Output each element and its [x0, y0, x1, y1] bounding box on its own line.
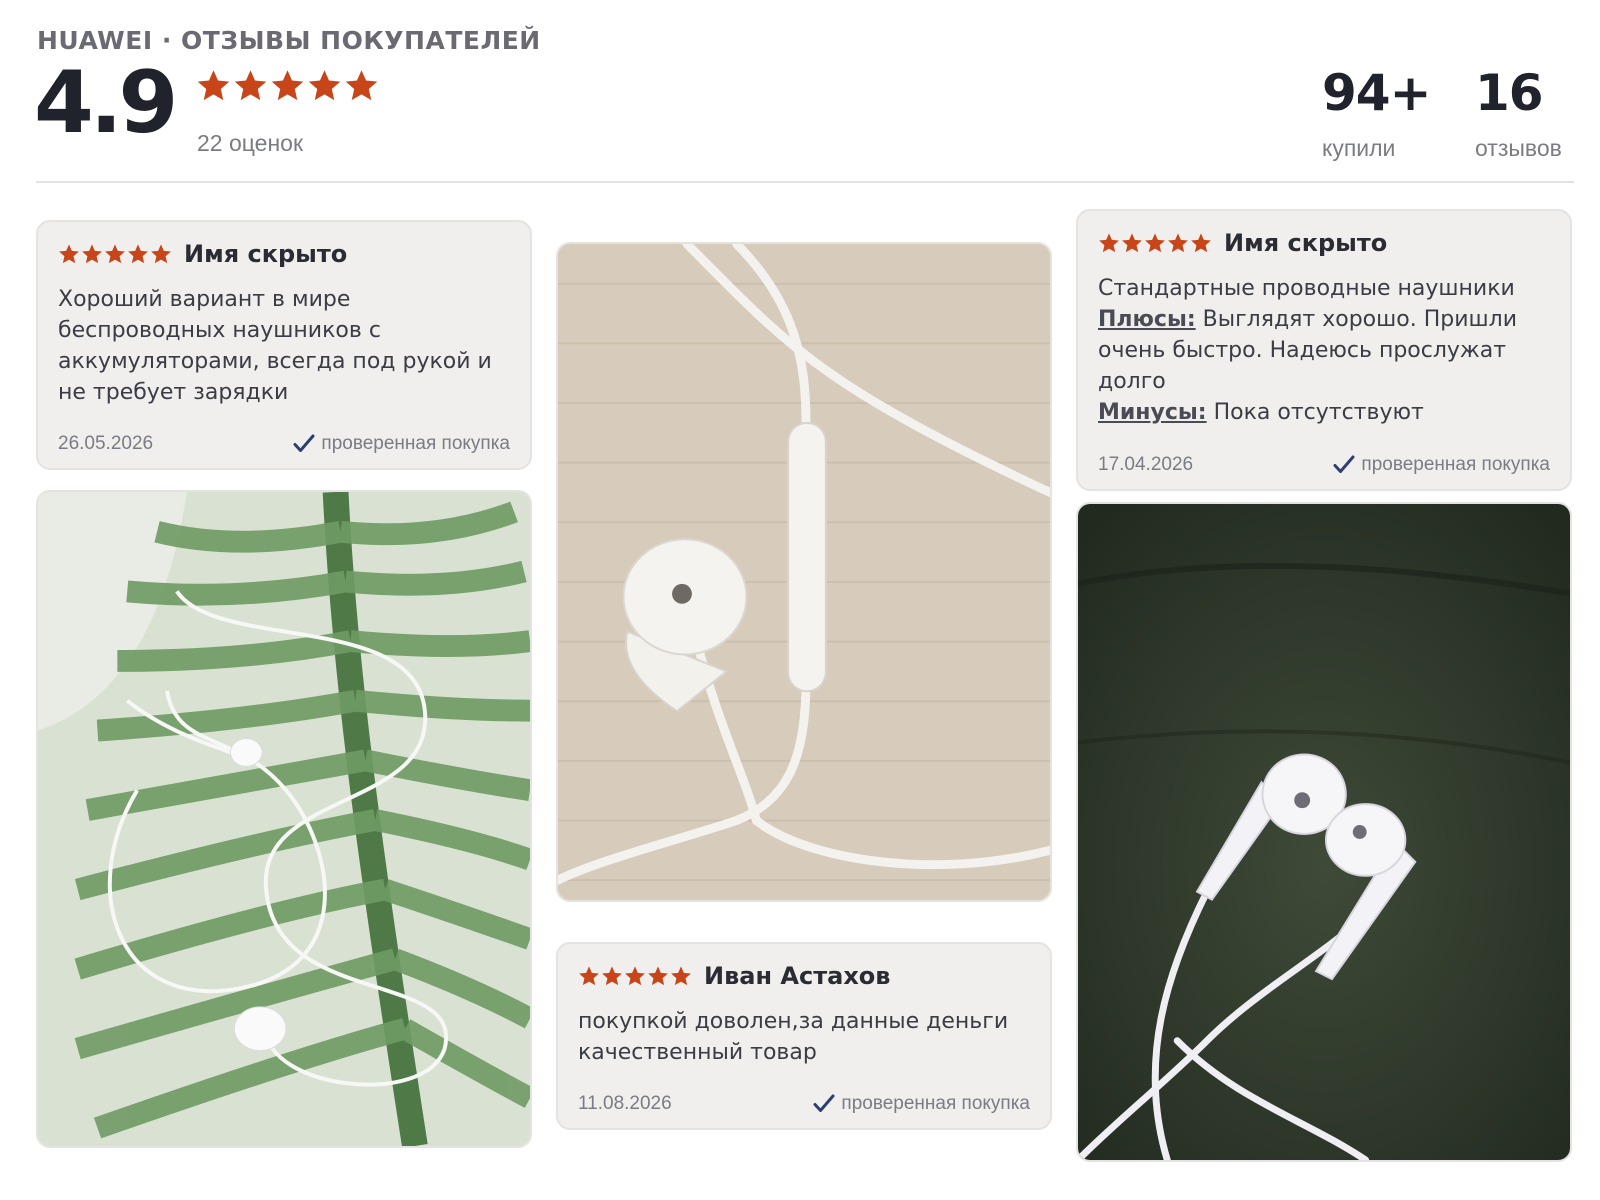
- average-rating: 4.9: [34, 53, 178, 153]
- review-photo[interactable]: [1076, 502, 1572, 1162]
- reviews-label: отзывов: [1475, 135, 1562, 161]
- review-card[interactable]: Иван Астахов покупкой доволен,за данные …: [556, 942, 1052, 1130]
- earphones-on-fern-photo: [38, 492, 530, 1146]
- review-header: Иван Астахов: [578, 962, 890, 990]
- star-icon: [578, 965, 600, 987]
- star-icon: [624, 965, 646, 987]
- star-icon: [58, 243, 80, 265]
- star-icon: [1167, 232, 1189, 254]
- cons-text: Пока отсутствуют: [1213, 400, 1424, 425]
- star-icon: [1098, 232, 1120, 254]
- review-photo[interactable]: [36, 490, 532, 1148]
- star-icon: [670, 965, 692, 987]
- verified-label: проверенная покупка: [321, 433, 510, 454]
- average-rating-stars: [196, 68, 379, 103]
- header-divider: [36, 181, 1574, 183]
- bought-value: 94+: [1322, 64, 1431, 122]
- review-text: Стандартные проводные наушники Плюсы: Вы…: [1098, 273, 1554, 428]
- review-author: Имя скрыто: [1224, 229, 1388, 257]
- review-pros: Плюсы: Выглядят хорошо. Пришли очень быс…: [1098, 304, 1554, 397]
- verified-label: проверенная покупка: [841, 1093, 1030, 1114]
- review-date: 26.05.2026: [58, 433, 154, 454]
- verified-purchase: проверенная покупка: [813, 1093, 1030, 1115]
- review-author: Имя скрыто: [184, 240, 348, 268]
- review-text: покупкой доволен,за данные деньги качест…: [578, 1009, 1009, 1065]
- star-icon: [647, 965, 669, 987]
- verified-purchase: проверенная покупка: [1333, 454, 1550, 476]
- verified-label: проверенная покупка: [1361, 454, 1550, 475]
- review-card[interactable]: Имя скрыто Стандартные проводные наушник…: [1076, 209, 1572, 491]
- bought-stat: 94+ купили: [1322, 64, 1431, 162]
- star-icon: [344, 68, 379, 103]
- checkmark-icon: [293, 434, 315, 454]
- star-icon: [81, 243, 103, 265]
- review-cons: Минусы: Пока отсутствуют: [1098, 397, 1554, 428]
- review-card[interactable]: Имя скрыто Хороший вариант в мире беспро…: [36, 220, 532, 470]
- star-icon: [127, 243, 149, 265]
- review-stars: [1098, 232, 1212, 254]
- review-text: Хороший вариант в мире беспроводных науш…: [58, 287, 492, 405]
- star-icon: [1121, 232, 1143, 254]
- reviews-value: 16: [1475, 64, 1544, 122]
- review-stars: [578, 965, 692, 987]
- pros-label: Плюсы:: [1098, 307, 1196, 332]
- star-icon: [150, 243, 172, 265]
- star-icon: [233, 68, 268, 103]
- star-icon: [104, 243, 126, 265]
- star-icon: [270, 68, 305, 103]
- review-photo[interactable]: [556, 242, 1052, 902]
- bought-label: купили: [1322, 135, 1396, 161]
- review-summary: Стандартные проводные наушники: [1098, 276, 1515, 301]
- star-icon: [1190, 232, 1212, 254]
- ratings-count: 22 оценок: [197, 130, 304, 156]
- star-icon: [1144, 232, 1166, 254]
- brand-title: HUAWEI · ОТЗЫВЫ ПОКУПАТЕЛЕЙ: [37, 26, 541, 55]
- verified-purchase: проверенная покупка: [293, 433, 510, 455]
- earphones-on-leather-photo: [1078, 504, 1570, 1160]
- review-header: Имя скрыто: [58, 240, 347, 268]
- earphones-on-knit-photo: [558, 244, 1050, 900]
- cons-label: Минусы:: [1098, 400, 1207, 425]
- review-stars: [58, 243, 172, 265]
- checkmark-icon: [1333, 455, 1355, 475]
- review-header: Имя скрыто: [1098, 229, 1387, 257]
- reviews-stat[interactable]: 16 отзывов: [1475, 68, 1562, 162]
- star-icon: [196, 68, 231, 103]
- review-date: 11.08.2026: [578, 1093, 672, 1114]
- review-author: Иван Астахов: [704, 962, 891, 990]
- star-icon: [307, 68, 342, 103]
- star-icon: [601, 965, 623, 987]
- checkmark-icon: [813, 1094, 835, 1114]
- review-date: 17.04.2026: [1098, 454, 1194, 475]
